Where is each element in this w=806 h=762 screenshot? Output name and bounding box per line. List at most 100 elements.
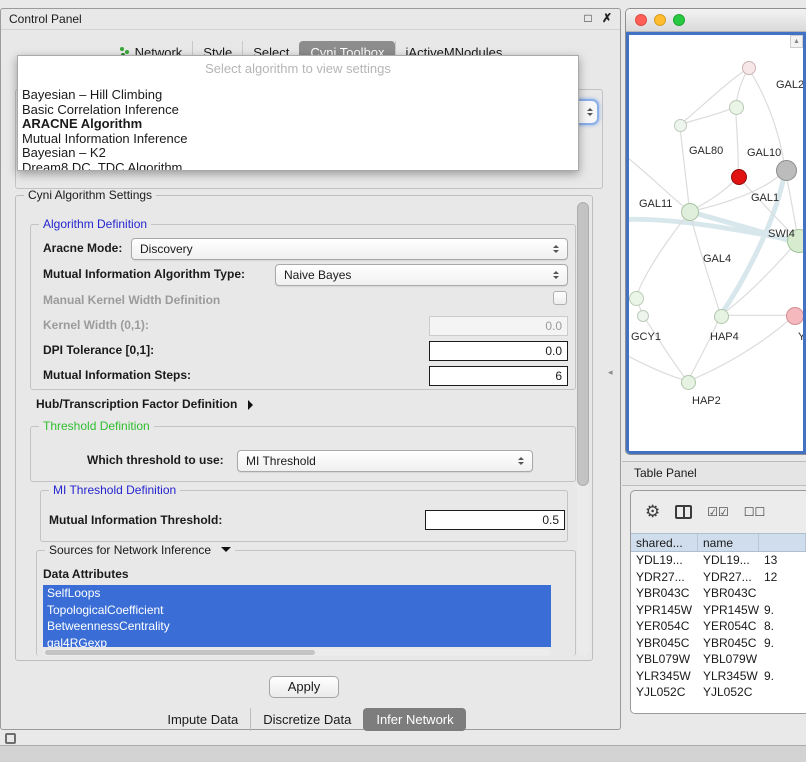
group-title: MI Threshold Definition: [49, 483, 180, 497]
hub-section-label: Hub/Transcription Factor Definition: [36, 397, 237, 411]
combo-arrows-icon: [548, 268, 564, 282]
desktop: Control Panel □ ✗ NetworkStyleSelectCyni…: [0, 0, 806, 762]
which-threshold-select[interactable]: MI Threshold: [237, 450, 533, 472]
minimize-traffic-light[interactable]: [654, 14, 666, 26]
mi-algorithm-type-select[interactable]: Naive Bayes: [275, 264, 568, 286]
algorithm-option[interactable]: Bayesian – Hill Climbing: [22, 88, 578, 103]
control-panel-titlebar[interactable]: Control Panel □ ✗: [1, 9, 620, 30]
network-node[interactable]: [681, 203, 699, 221]
attribute-item[interactable]: BetweennessCentrality: [43, 618, 551, 635]
network-window-titlebar[interactable]: [626, 9, 806, 32]
network-node[interactable]: [637, 310, 649, 322]
table-cell: YLR345W: [631, 669, 698, 683]
bottom-tab-bar: Impute DataDiscretize DataInfer Network: [1, 708, 620, 731]
sources-toggle[interactable]: Sources for Network Inference: [45, 543, 235, 557]
zoom-traffic-light[interactable]: [673, 14, 685, 26]
settings-scrollbar[interactable]: [577, 200, 589, 656]
scrollbar-thumb[interactable]: [577, 202, 589, 486]
table-row[interactable]: YLR345WYLR345W9.: [631, 668, 806, 685]
popup-placeholder: Select algorithm to view settings: [18, 61, 578, 76]
manual-kernel-checkbox[interactable]: [553, 291, 567, 305]
table-cell: YER054C: [631, 619, 698, 633]
table-body: YDL19...YDL19...13YDR27...YDR27...12YBR0…: [631, 552, 806, 713]
network-node[interactable]: [776, 160, 797, 181]
column-header[interactable]: shared...: [631, 534, 698, 551]
sources-group: Sources for Network Inference Data Attri…: [36, 550, 576, 656]
table-row[interactable]: YBL079WYBL079W: [631, 651, 806, 668]
scroll-up-icon[interactable]: ▲: [790, 35, 803, 48]
table-cell: YDL19...: [698, 553, 759, 567]
data-attributes-list[interactable]: SelfLoopsTopologicalCoefficientBetweenne…: [43, 585, 551, 647]
table-row[interactable]: YER054CYER054C8.: [631, 618, 806, 635]
algorithm-list: Bayesian – Hill ClimbingBasic Correlatio…: [18, 88, 578, 171]
apply-button[interactable]: Apply: [269, 676, 339, 698]
bottom-tab-discretizedata[interactable]: Discretize Data: [250, 708, 363, 731]
network-node[interactable]: [674, 119, 687, 132]
bottom-tab-imputedata[interactable]: Impute Data: [155, 708, 250, 731]
column-header[interactable]: name: [698, 534, 759, 551]
bottom-tab-infernetwork[interactable]: Infer Network: [363, 708, 465, 731]
network-canvas[interactable]: ▲ GAL2GAL80GAL10GAL11GAL1SWI4GAL4GCY1HAP…: [626, 32, 806, 454]
table-cell: YBL079W: [631, 652, 698, 666]
algorithm-option[interactable]: Bayesian – K2: [22, 146, 578, 161]
table-row[interactable]: YJL052CYJL052C: [631, 684, 806, 701]
table-row[interactable]: YBR045CYBR045C9.: [631, 635, 806, 652]
algorithm-option[interactable]: Mutual Information Inference: [22, 132, 578, 147]
mi-threshold-label: Mutual Information Threshold:: [49, 513, 222, 527]
hub-section-toggle[interactable]: Hub/Transcription Factor Definition: [36, 397, 258, 411]
algorithm-option[interactable]: ARACNE Algorithm: [22, 117, 578, 132]
expand-right-icon: [248, 400, 258, 410]
table-cell: YBR045C: [698, 636, 759, 650]
table-cell: YER054C: [698, 619, 759, 633]
sources-title: Sources for Network Inference: [49, 543, 211, 557]
splitter-collapse-icon[interactable]: ◂: [608, 367, 613, 378]
network-node[interactable]: [629, 291, 644, 306]
node-label: GAL4: [703, 253, 731, 265]
attribute-item[interactable]: gal4RGexp: [43, 635, 551, 648]
gear-icon[interactable]: ⚙: [645, 502, 660, 522]
table-row[interactable]: YDR27...YDR27...12: [631, 569, 806, 586]
float-window-icon[interactable]: □: [584, 11, 591, 25]
network-node[interactable]: [714, 309, 729, 324]
attribute-item[interactable]: TopologicalCoefficient: [43, 602, 551, 619]
deselect-all-checks-icon[interactable]: ☐☐: [744, 505, 766, 519]
collapsed-panel-icon[interactable]: [5, 733, 16, 744]
network-node[interactable]: [681, 375, 696, 390]
table-row[interactable]: YDL19...YDL19...13: [631, 552, 806, 569]
close-traffic-light[interactable]: [635, 14, 647, 26]
columns-icon[interactable]: [675, 505, 692, 519]
aracne-mode-value: Discovery: [132, 242, 548, 256]
which-threshold-value: MI Threshold: [238, 454, 513, 468]
aracne-mode-select[interactable]: Discovery: [131, 238, 568, 260]
network-node[interactable]: [786, 307, 804, 325]
network-node[interactable]: [729, 100, 744, 115]
scrollbar-thumb[interactable]: [45, 650, 315, 655]
network-node[interactable]: [742, 61, 756, 75]
network-node[interactable]: [731, 169, 747, 185]
attribute-item[interactable]: SelfLoops: [43, 585, 551, 602]
algorithm-option[interactable]: Basic Correlation Inference: [22, 103, 578, 118]
close-icon[interactable]: ✗: [602, 11, 612, 25]
table-cell: YBR043C: [631, 586, 698, 600]
node-label: Y: [798, 331, 805, 343]
select-all-checks-icon[interactable]: ☑☑: [707, 505, 729, 519]
mi-threshold-field[interactable]: 0.5: [425, 510, 565, 530]
algorithm-definition-group: Algorithm Definition Aracne Mode: Discov…: [30, 224, 576, 390]
column-header[interactable]: [759, 534, 806, 551]
aracne-mode-label: Aracne Mode:: [43, 241, 122, 255]
dpi-tolerance-field[interactable]: 0.0: [429, 341, 568, 361]
table-cell: YJL052C: [631, 685, 698, 699]
node-label: GAL11: [639, 198, 672, 210]
cyni-algorithm-settings-group: Cyni Algorithm Settings Algorithm Defini…: [15, 195, 593, 661]
node-label: GCY1: [631, 331, 661, 343]
table-cell: 9.: [759, 603, 806, 617]
table-cell: YJL052C: [698, 685, 759, 699]
algorithm-option[interactable]: Dream8 DC_TDC Algorithm: [22, 161, 578, 172]
table-row[interactable]: YBR043CYBR043C: [631, 585, 806, 602]
combo-arrows-icon: [548, 242, 564, 256]
table-row[interactable]: YPR145WYPR145W9.: [631, 602, 806, 619]
mi-steps-field[interactable]: 6: [429, 366, 568, 386]
horizontal-scrollbar[interactable]: [43, 649, 551, 656]
mi-threshold-definition-group: MI Threshold Definition Mutual Informati…: [40, 490, 568, 542]
table-cell: YDL19...: [631, 553, 698, 567]
